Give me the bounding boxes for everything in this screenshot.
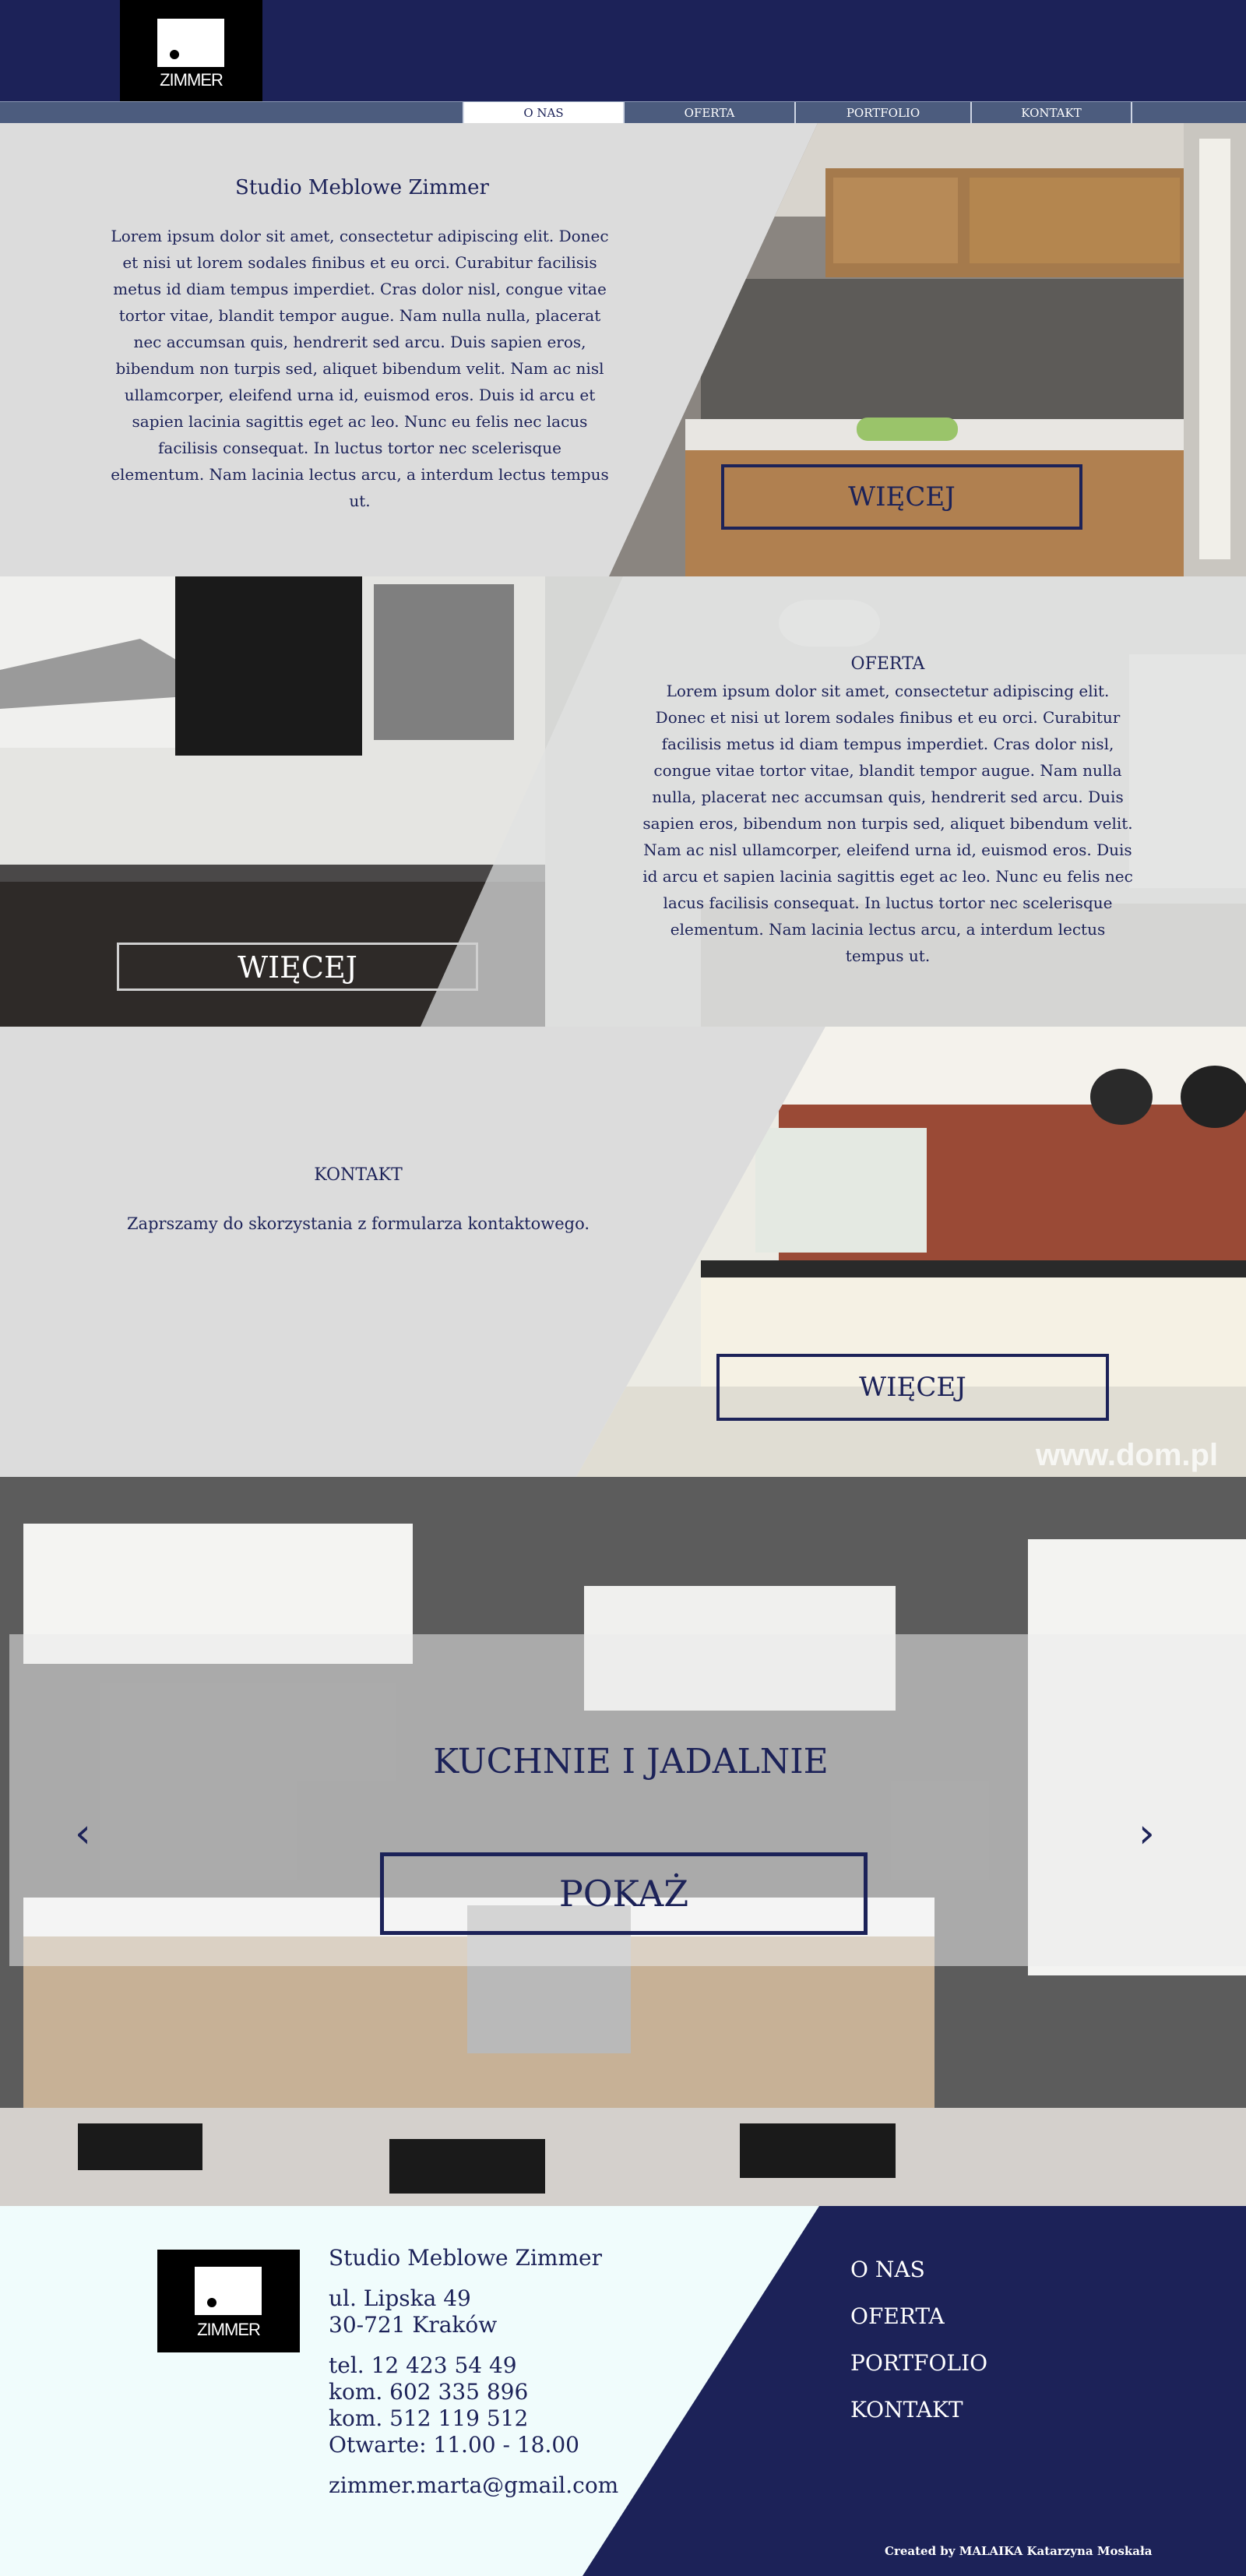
- slider-show-button[interactable]: POKAŻ: [380, 1852, 868, 1935]
- footer-street: ul. Lipska 49: [329, 2285, 471, 2311]
- footer-nav-o-nas[interactable]: O NAS: [850, 2247, 987, 2293]
- nav-portfolio[interactable]: PORTFOLIO: [794, 102, 970, 124]
- footer-phone: tel. 12 423 54 49: [329, 2352, 517, 2378]
- footer-email[interactable]: zimmer.marta@gmail.com: [329, 2472, 640, 2499]
- offer-title: OFERTA: [850, 654, 925, 674]
- nav-spacer: [1131, 102, 1246, 124]
- slider-title: KUCHNIE I JADALNIE: [433, 1742, 829, 1781]
- footer-credit: Created by MALAIKA Katarzyna Moskała: [885, 2544, 1153, 2558]
- image-watermark: www.dom.pl: [1036, 1438, 1219, 1472]
- slider-section: KUCHNIE I JADALNIE POKAŻ ‹ ›: [0, 1477, 1246, 2206]
- logo-square: [157, 19, 224, 67]
- nav-kontakt[interactable]: KONTAKT: [970, 102, 1131, 124]
- offer-more-button[interactable]: WIĘCEJ: [117, 943, 478, 991]
- slider-prev-icon[interactable]: ‹: [75, 1810, 91, 1857]
- footer-mobile-2: kom. 512 119 512: [329, 2405, 529, 2431]
- logo-text: ZIMMER: [160, 70, 224, 90]
- site-footer: ZIMMER Studio Meblowe Zimmer ul. Lipska …: [0, 2206, 1246, 2576]
- logo[interactable]: ZIMMER: [120, 0, 262, 101]
- footer-nav: O NAS OFERTA PORTFOLIO KONTAKT: [850, 2247, 987, 2433]
- footer-nav-portfolio[interactable]: PORTFOLIO: [850, 2340, 987, 2387]
- footer-logo[interactable]: ZIMMER: [157, 2250, 300, 2352]
- slider-next-icon[interactable]: ›: [1139, 1810, 1155, 1857]
- contact-more-button[interactable]: WIĘCEJ: [716, 1354, 1109, 1421]
- footer-nav-kontakt[interactable]: KONTAKT: [850, 2387, 987, 2433]
- footer-logo-square: [195, 2267, 262, 2315]
- footer-logo-text: ZIMMER: [197, 2320, 261, 2339]
- offer-text: Lorem ipsum dolor sit amet, consectetur …: [642, 682, 1133, 965]
- top-nav: O NAS OFERTA PORTFOLIO KONTAKT: [0, 101, 1246, 124]
- offer-section: OFERTA Lorem ipsum dolor sit amet, conse…: [0, 576, 1246, 1027]
- about-section: Studio Meblowe Zimmer Lorem ipsum dolor …: [0, 123, 1246, 576]
- logo-dot: [170, 50, 179, 59]
- footer-logo-dot: [207, 2298, 216, 2307]
- nav-oferta[interactable]: OFERTA: [623, 102, 794, 124]
- footer-contact-info: Studio Meblowe Zimmer ul. Lipska 49 30-7…: [329, 2245, 640, 2499]
- contact-section: KONTAKT Zaprszamy do skorzystania z form…: [0, 1027, 1246, 1477]
- about-more-button[interactable]: WIĘCEJ: [721, 464, 1082, 530]
- site-header: ZIMMER: [0, 0, 1246, 101]
- footer-hours: Otwarte: 11.00 - 18.00: [329, 2432, 579, 2458]
- footer-nav-oferta[interactable]: OFERTA: [850, 2293, 987, 2340]
- footer-company: Studio Meblowe Zimmer: [329, 2245, 602, 2271]
- footer-mobile-1: kom. 602 335 896: [329, 2379, 529, 2405]
- nav-o-nas[interactable]: O NAS: [463, 102, 623, 124]
- footer-city: 30-721 Kraków: [329, 2312, 498, 2338]
